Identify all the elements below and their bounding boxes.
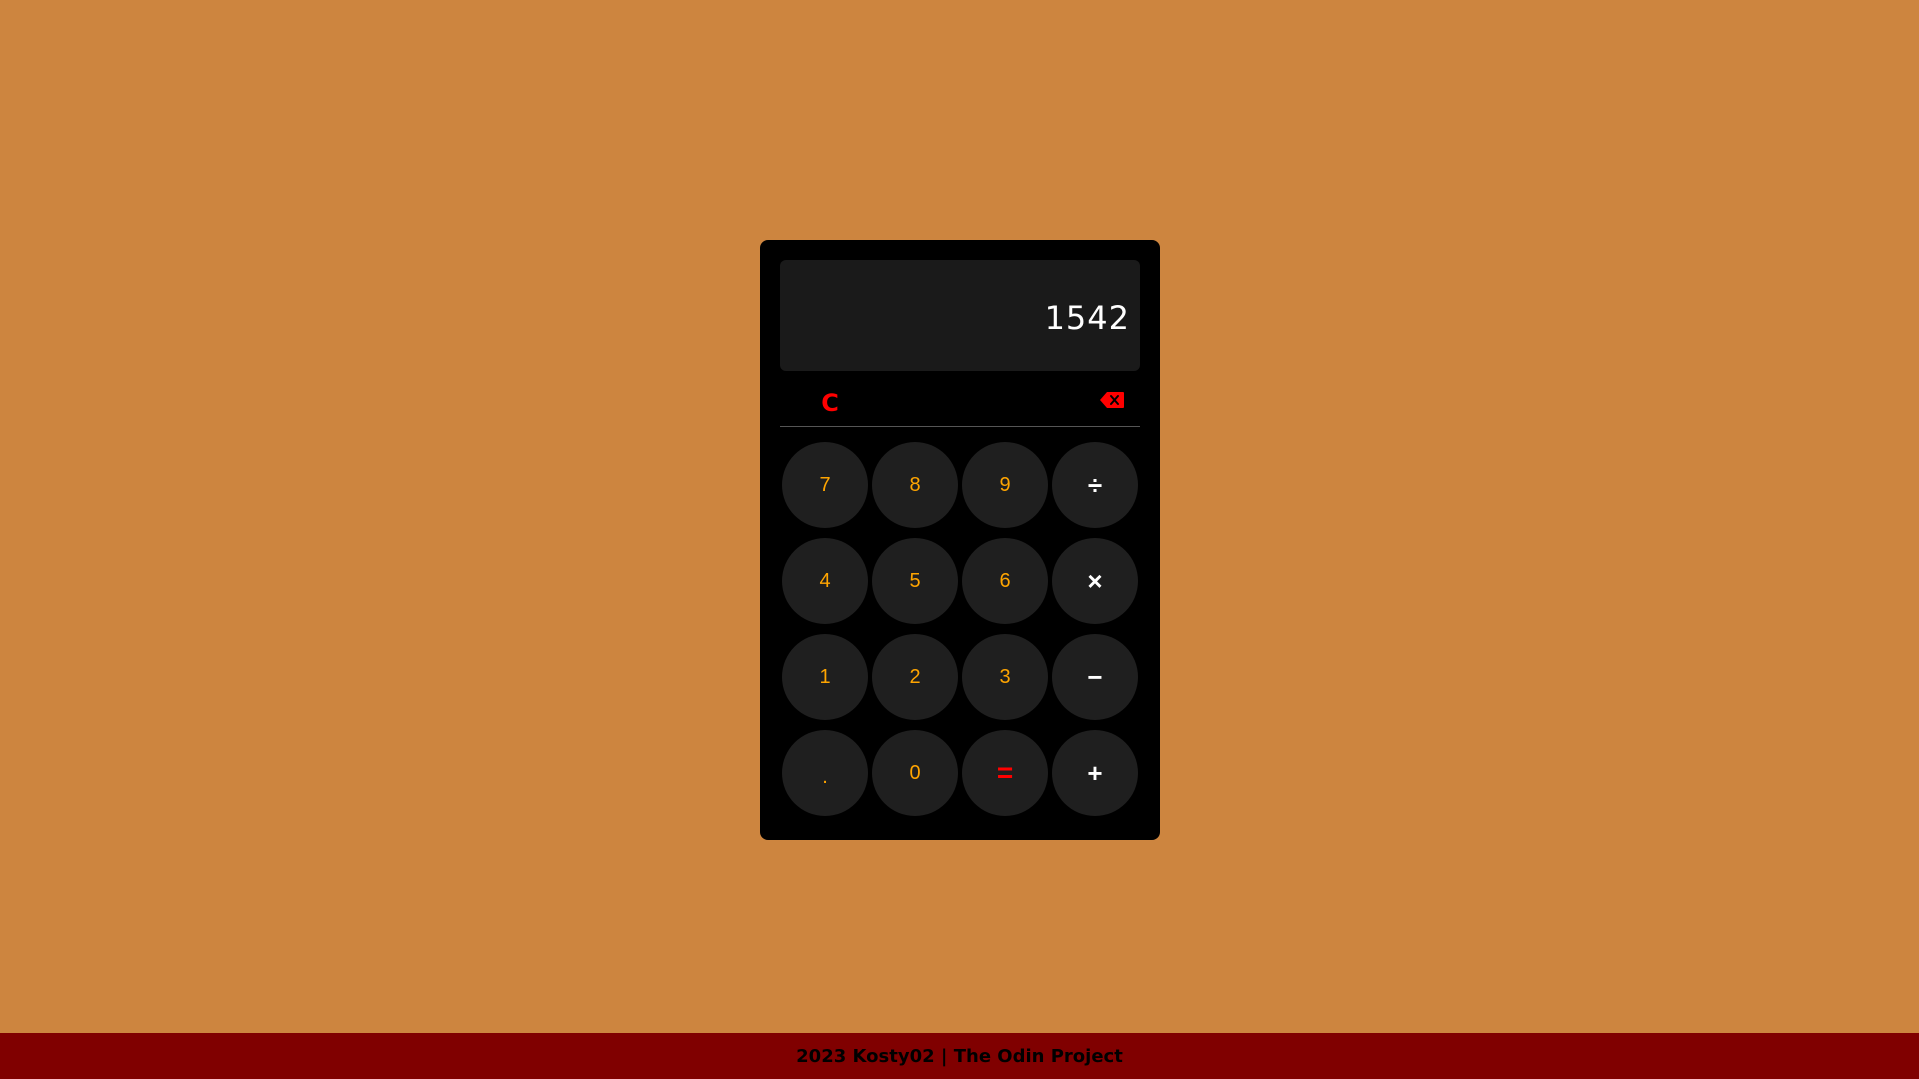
backspace-button[interactable]	[1094, 385, 1130, 415]
clear-button[interactable]: C	[810, 385, 850, 421]
digit-3-button[interactable]: 3	[962, 634, 1048, 720]
display-screen: 1542	[780, 260, 1140, 371]
digit-7-button[interactable]: 7	[782, 442, 868, 528]
footer: 2023 Kosty02 | The Odin Project	[0, 1033, 1919, 1079]
subtract-button[interactable]: −	[1052, 634, 1138, 720]
keypad: 7 8 9 ÷ 4 5 6 × 1 2 3−. 0 = +	[782, 442, 1138, 816]
digit-0-button[interactable]: 0	[872, 730, 958, 816]
digit-6-button[interactable]: 6	[962, 538, 1048, 624]
digit-4-button[interactable]: 4	[782, 538, 868, 624]
digit-2-button[interactable]: 2	[872, 634, 958, 720]
digit-1-button[interactable]: 1	[782, 634, 868, 720]
decimal-button[interactable]: .	[782, 730, 868, 816]
digit-9-button[interactable]: 9	[962, 442, 1048, 528]
backspace-icon	[1100, 392, 1124, 408]
calculator: 1542 C 7 8 9 ÷ 4 5 6 × 1 2 3−. 0 = +	[760, 240, 1160, 840]
digit-5-button[interactable]: 5	[872, 538, 958, 624]
divide-button[interactable]: ÷	[1052, 442, 1138, 528]
digit-8-button[interactable]: 8	[872, 442, 958, 528]
display-value: 1542	[1044, 298, 1130, 337]
control-row: C	[780, 375, 1140, 427]
multiply-button[interactable]: ×	[1052, 538, 1138, 624]
add-button[interactable]: +	[1052, 730, 1138, 816]
equals-button[interactable]: =	[962, 730, 1048, 816]
footer-credit: 2023 Kosty02 | The Odin Project	[796, 1045, 1123, 1067]
